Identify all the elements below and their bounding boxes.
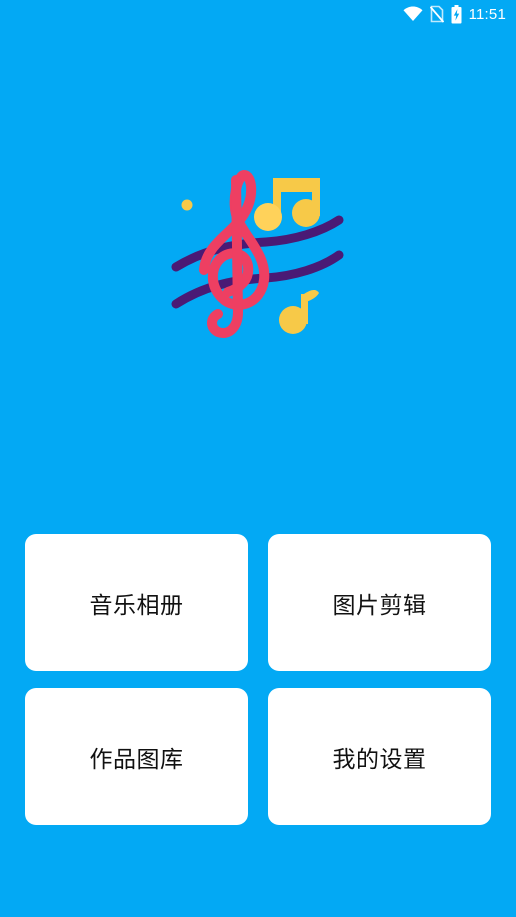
works-gallery-button[interactable]: 作品图库 <box>25 688 248 825</box>
my-settings-label: 我的设置 <box>332 746 427 773</box>
image-edit-button[interactable]: 图片剪辑 <box>268 534 491 671</box>
battery-charging-icon <box>451 4 462 24</box>
status-time: 11:51 <box>468 5 506 23</box>
app-logo <box>166 162 350 346</box>
music-notes-treble-clef-icon <box>171 170 344 338</box>
no-sim-icon <box>429 5 444 23</box>
status-bar: 11:51 <box>0 0 516 28</box>
image-edit-label: 图片剪辑 <box>332 592 427 619</box>
my-settings-button[interactable]: 我的设置 <box>268 688 491 825</box>
music-album-label: 音乐相册 <box>89 592 184 619</box>
main-menu: 音乐相册 图片剪辑 作品图库 我的设置 <box>25 534 491 825</box>
wifi-icon <box>403 6 423 22</box>
music-album-button[interactable]: 音乐相册 <box>25 534 248 671</box>
works-gallery-label: 作品图库 <box>89 746 184 773</box>
app-screen: 11:51 音乐相册 图片剪辑 作品图库 我的设置 <box>0 0 516 917</box>
